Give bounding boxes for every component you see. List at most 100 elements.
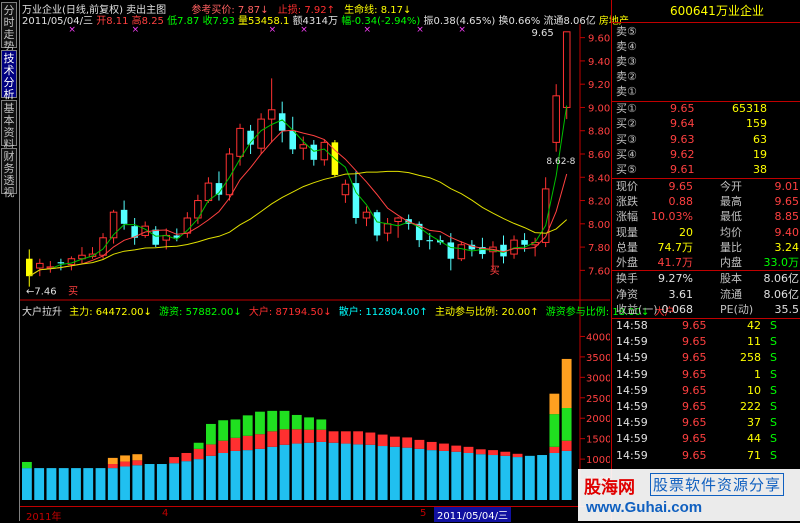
ma-mid-line bbox=[29, 129, 568, 277]
ask-row: 卖⑤ bbox=[612, 24, 800, 40]
price-tick-label: 7.80 bbox=[588, 243, 610, 254]
bid-row: 买⑤ 9.61 38 bbox=[612, 162, 800, 178]
volume-bar bbox=[439, 450, 449, 500]
buy-signal-mark: 买 bbox=[68, 286, 78, 298]
tick-flag: S bbox=[770, 432, 777, 446]
tab-finance[interactable]: 财务透视 bbox=[1, 148, 17, 199]
candle-body bbox=[552, 95, 560, 143]
volume-bar bbox=[439, 443, 449, 451]
stat-value: 9.27% bbox=[658, 272, 693, 285]
stat-value: 35.5 bbox=[774, 303, 800, 316]
kline-chart[interactable]: 9.60 9.40 9.20 9.00 8.80 8.60 8.40 8.20 8.00 7.80… bbox=[20, 0, 610, 506]
tab-intraday[interactable]: 分时走势 bbox=[1, 2, 17, 53]
volume-bar bbox=[377, 446, 388, 500]
stat-label: 最低 bbox=[720, 210, 742, 224]
stock-code: 600641 bbox=[670, 4, 716, 18]
volume-bar bbox=[279, 410, 290, 430]
tick-price: 9.65 bbox=[682, 319, 707, 332]
legend-active-ratio: 主动参与比例: 20.00↑ bbox=[434, 307, 539, 318]
volume-bar bbox=[242, 450, 253, 500]
candle-body bbox=[341, 183, 350, 196]
stat-value: 3.24 bbox=[774, 240, 800, 254]
tick-row: 14:59 9.65 10 S bbox=[612, 383, 800, 399]
legend-retail: 散户: 112804.00↑ bbox=[338, 307, 428, 318]
legend-hot-money: 游资: 57882.00↓ bbox=[159, 307, 242, 318]
candle-body bbox=[289, 130, 296, 150]
ask-row: 卖② bbox=[612, 69, 800, 85]
candle-body bbox=[457, 244, 466, 260]
volume-bar bbox=[206, 455, 216, 500]
volume-bar bbox=[549, 414, 560, 447]
tick-time: 14:59 bbox=[616, 416, 648, 430]
stat-value: 41.7万 bbox=[657, 256, 694, 269]
stat2-row: 收益(一) 0.068 PE(动) 35.5 bbox=[612, 302, 800, 318]
watermark: 股海网 股票软件资源分享 www.Guhai.com bbox=[578, 469, 800, 521]
stat-label: 现量 bbox=[616, 225, 638, 239]
stat-value: 9.65 bbox=[774, 195, 800, 209]
bid-row: 买① 9.65 65318 bbox=[612, 101, 800, 117]
signal-star: × bbox=[416, 25, 424, 35]
tick-price: 9.65 bbox=[682, 432, 707, 446]
tab-basic-info[interactable]: 基本资料 bbox=[1, 100, 17, 151]
volume-bar bbox=[561, 440, 572, 451]
tick-time: 14:59 bbox=[616, 383, 648, 397]
volume-bar bbox=[46, 468, 57, 500]
indicator-legend: 大户拉升 主力: 64472.00↓ 游资: 57882.00↓ 大户: 871… bbox=[22, 303, 675, 318]
bid-volume: 38 bbox=[753, 163, 767, 177]
low-price-label: ←7.46 bbox=[26, 287, 57, 298]
volume-bar bbox=[22, 468, 32, 500]
volume-bar bbox=[316, 441, 327, 500]
chart-area[interactable]: 万业企业(日线,前复权) 卖出主图 参考买价: 7.87↓ 止损: 7.92↑ … bbox=[20, 0, 675, 506]
bid-volume: 19 bbox=[753, 147, 767, 161]
bid-label: 买① bbox=[616, 102, 637, 115]
bid-volume: 65318 bbox=[732, 102, 767, 115]
candle-body bbox=[57, 262, 65, 264]
tick-flag: S bbox=[770, 351, 777, 365]
quote-panel: 600641 万业企业 卖⑤ 卖④ 卖③ 卖② 卖① 买① 9.65 65318 买② 9.64… bbox=[611, 0, 800, 521]
tab-technical[interactable]: 技术分析 bbox=[1, 50, 17, 101]
price-tick-label: 8.60 bbox=[588, 150, 610, 161]
stat-label: 收益(一) bbox=[616, 303, 658, 316]
candle-body bbox=[267, 109, 276, 120]
volume-bar bbox=[267, 431, 278, 447]
legend-main: 主力: 64472.00↓ bbox=[69, 307, 152, 318]
stat-value: 8.06亿 bbox=[763, 287, 800, 301]
tick-price: 9.65 bbox=[682, 400, 707, 413]
volume-bar bbox=[83, 468, 94, 500]
bid-price: 9.65 bbox=[670, 102, 695, 115]
volume-bar bbox=[353, 431, 364, 445]
side-tab-bar: 分时走势 技术分析 基本资料 财务透视 bbox=[0, 0, 20, 521]
stat-value: 20 bbox=[679, 225, 693, 239]
volume-bar bbox=[524, 455, 535, 500]
ask-label: 卖④ bbox=[616, 40, 637, 53]
stat-label: 均价 bbox=[720, 225, 742, 239]
bid-row: 买④ 9.62 19 bbox=[612, 147, 800, 163]
volume-bar bbox=[340, 443, 351, 500]
volume-bar bbox=[561, 450, 572, 500]
volume-bar bbox=[537, 455, 548, 500]
tick-volume: 71 bbox=[747, 448, 761, 462]
bid-price: 9.62 bbox=[670, 147, 695, 161]
buy-signal-mark: 买 bbox=[490, 265, 500, 277]
candle-body bbox=[447, 242, 455, 259]
candle-body bbox=[236, 127, 244, 157]
volume-bar bbox=[426, 441, 437, 451]
price-tick-label: 8.20 bbox=[588, 197, 610, 208]
stat-label: 总量 bbox=[616, 240, 638, 254]
volume-bar bbox=[426, 450, 437, 500]
volume-bar bbox=[230, 437, 241, 451]
stat2-row: 换手 9.27% 股本 8.06亿 bbox=[612, 271, 800, 287]
tick-flag: S bbox=[770, 383, 777, 397]
price-tick-label: 8.00 bbox=[588, 220, 610, 231]
tick-flag: S bbox=[770, 400, 777, 413]
volume-bar bbox=[304, 429, 314, 443]
tick-time: 14:59 bbox=[616, 432, 648, 446]
tick-time: 14:59 bbox=[616, 367, 648, 381]
axis-month-5: 5 bbox=[420, 508, 427, 519]
volume-bar bbox=[132, 454, 143, 461]
volume-bar bbox=[561, 358, 572, 408]
bid-label: 买③ bbox=[616, 132, 637, 146]
volume-bar bbox=[156, 464, 167, 500]
volume-bar bbox=[107, 464, 118, 469]
stat-row: 涨幅 10.03% 最低 8.85 bbox=[612, 209, 800, 225]
